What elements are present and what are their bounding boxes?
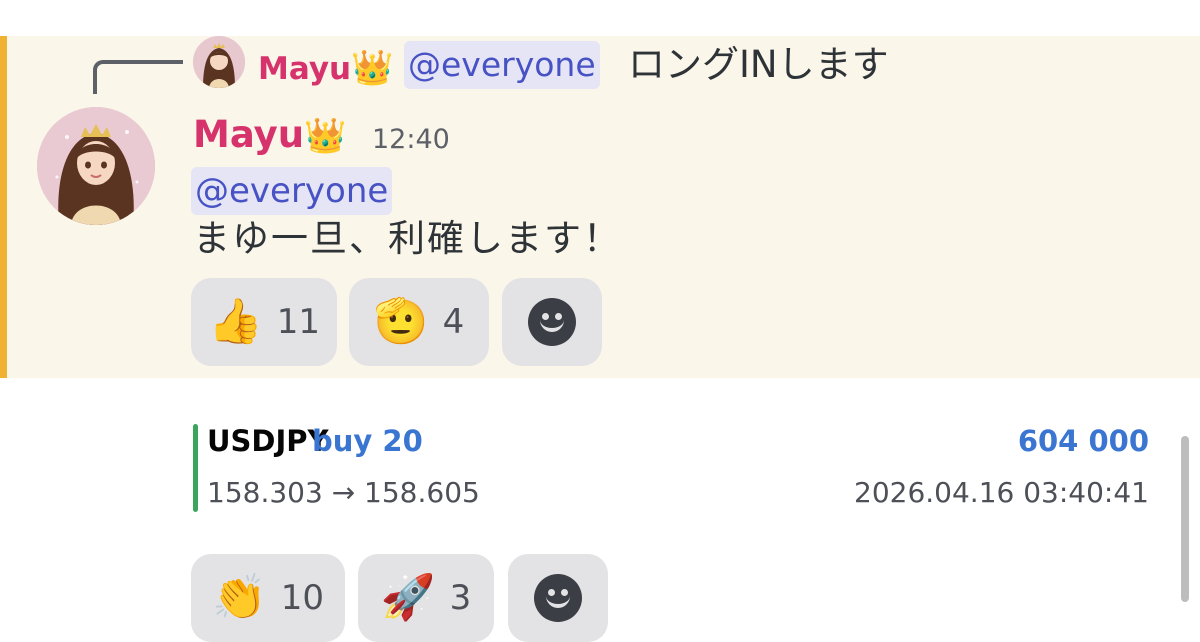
avatar-portrait-icon [37, 107, 155, 225]
reaction-salute[interactable]: 🫡 4 [349, 278, 489, 366]
message-text: まゆ一旦、利確します！ [193, 217, 622, 260]
message-timestamp[interactable]: 12:40 [372, 124, 450, 155]
reply-mention[interactable]: @everyone [404, 41, 600, 89]
trade-side: buy 20 [312, 424, 423, 458]
clap-icon: 👏 [211, 572, 267, 623]
everyone-mention[interactable]: @everyone [191, 167, 393, 215]
avatar-portrait-icon [193, 36, 245, 88]
reaction-thumbs-up[interactable]: 👍 11 [191, 278, 337, 366]
reaction-count: 4 [442, 302, 465, 342]
reaction-count: 10 [280, 578, 325, 618]
add-reaction-button[interactable] [508, 554, 608, 642]
add-reaction-button[interactable] [502, 278, 602, 366]
reaction-clap[interactable]: 👏 10 [191, 554, 345, 642]
rocket-icon: 🚀 [380, 572, 436, 623]
mention-highlight-bar [0, 36, 7, 378]
reaction-rocket[interactable]: 🚀 3 [358, 554, 494, 642]
reply-preview-text[interactable]: ロングINします [628, 41, 889, 89]
crown-emoji: 👑 [304, 116, 347, 156]
smiley-icon [534, 574, 582, 622]
reply-avatar[interactable] [193, 36, 245, 88]
thumbs-up-icon: 👍 [207, 296, 263, 347]
crown-emoji: 👑 [351, 48, 394, 88]
trade-symbol: USDJPY [207, 424, 329, 458]
trade-value: 604 000 [1017, 424, 1149, 458]
trade-datetime: 2026.04.16 03:40:41 [854, 476, 1149, 509]
trade-prices: 158.303 → 158.605 [207, 476, 480, 509]
reply-username[interactable]: Mayu👑 [258, 48, 393, 88]
reply-spine-icon [93, 60, 183, 94]
reaction-count: 11 [276, 302, 321, 342]
author-avatar[interactable] [37, 107, 155, 225]
reaction-count: 3 [449, 578, 472, 618]
scrollbar-thumb[interactable] [1181, 436, 1189, 602]
smiley-icon [528, 298, 576, 346]
author-username[interactable]: Mayu👑 [193, 113, 346, 156]
salute-icon: 🫡 [373, 296, 429, 347]
embed-accent-bar [193, 424, 198, 512]
